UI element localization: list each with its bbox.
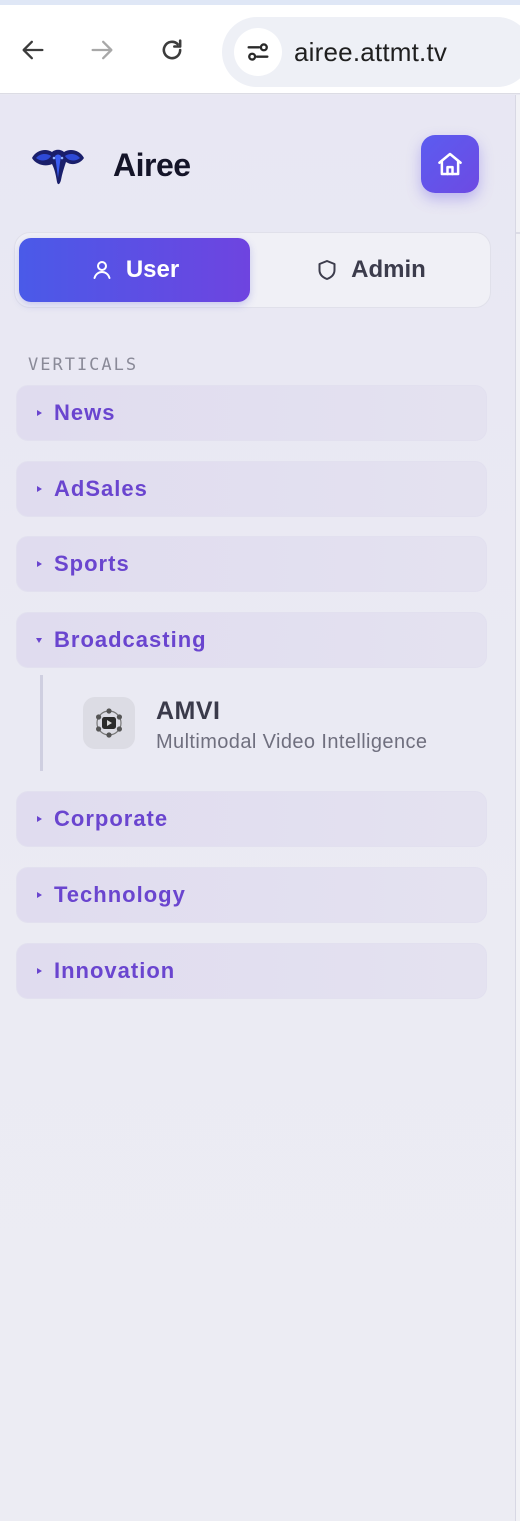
reload-icon (162, 39, 182, 60)
vertical-sports[interactable]: Sports (16, 536, 487, 592)
admin-role-label: Admin (351, 256, 426, 283)
tune-icon (247, 43, 269, 61)
caret-right-icon (33, 813, 45, 825)
caret-right-icon (33, 965, 45, 977)
sidebar: Airee User Admin VERTICALS News AdSales … (0, 95, 516, 1521)
admin-role-button[interactable]: Admin (255, 238, 486, 302)
arrow-right-icon (91, 40, 113, 60)
user-role-button[interactable]: User (19, 238, 250, 302)
broadcasting-app-list: AMVI Multimodal Video Intelligence (40, 675, 487, 771)
elephant-logo (32, 149, 84, 185)
home-button[interactable] (421, 135, 479, 193)
caret-right-icon (33, 558, 45, 570)
vertical-adsales[interactable]: AdSales (16, 461, 487, 517)
reload-button[interactable] (152, 30, 192, 70)
vertical-label: Innovation (54, 958, 176, 983)
shield-icon (318, 260, 336, 280)
browser-toolbar: airee.attmt.tv (0, 0, 520, 94)
caret-right-icon (33, 889, 45, 901)
brand-name: Airee (113, 147, 191, 183)
vertical-label: Sports (54, 551, 130, 576)
vertical-label: Corporate (54, 806, 169, 831)
amvi-app-icon (83, 697, 135, 749)
app-subtitle: Multimodal Video Intelligence (156, 731, 428, 753)
site-info-button[interactable] (234, 28, 282, 76)
caret-right-icon (33, 483, 45, 495)
person-icon (93, 261, 111, 279)
vertical-label: AdSales (54, 476, 148, 501)
home-icon (438, 152, 462, 176)
vertical-broadcasting[interactable]: Broadcasting (16, 612, 487, 668)
vertical-corporate[interactable]: Corporate (16, 791, 487, 847)
address-bar[interactable]: airee.attmt.tv (222, 17, 520, 87)
role-toggle: User Admin (14, 232, 491, 308)
verticals-section-label: VERTICALS (28, 355, 139, 375)
vertical-label: Broadcasting (54, 627, 207, 652)
vertical-news[interactable]: News (16, 385, 487, 441)
user-role-label: User (125, 256, 180, 283)
forward-button[interactable] (82, 30, 122, 70)
vertical-label: News (54, 400, 116, 425)
url-text[interactable]: airee.attmt.tv (294, 37, 447, 68)
vertical-technology[interactable]: Technology (16, 867, 487, 923)
arrow-left-icon (22, 40, 44, 60)
main-content-edge (516, 95, 520, 1521)
back-button[interactable] (13, 30, 53, 70)
vertical-innovation[interactable]: Innovation (16, 943, 487, 999)
caret-down-icon (33, 634, 45, 646)
caret-right-icon (33, 407, 45, 419)
vertical-label: Technology (54, 882, 186, 907)
divider (516, 232, 520, 234)
app-title: AMVI (156, 697, 221, 725)
app-item-amvi[interactable]: AMVI Multimodal Video Intelligence (43, 675, 490, 771)
